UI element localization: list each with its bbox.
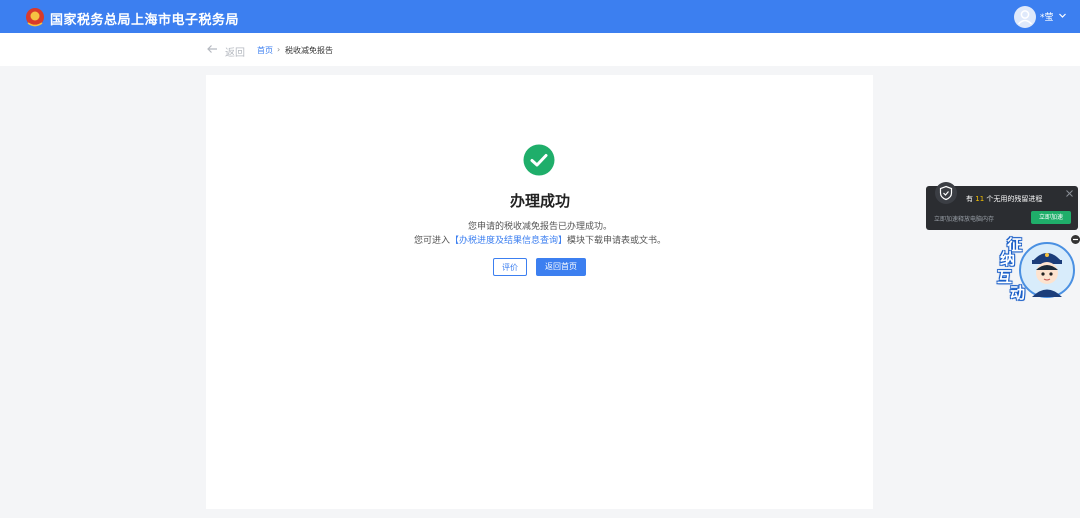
avatar[interactable]: [1014, 6, 1036, 28]
hint-prefix: 您可进入: [413, 236, 450, 246]
success-title: 办理成功: [509, 192, 570, 210]
popup-subtext: 立即加速释放电脑内存: [934, 216, 995, 223]
close-icon[interactable]: [1066, 190, 1073, 197]
result-message: 您申请的税收减免报告已办理成功。: [467, 222, 612, 232]
back-home-button[interactable]: 返回首页: [536, 258, 586, 276]
rate-button[interactable]: 评价: [493, 258, 527, 276]
hint-suffix: 模块下载申请表或文书。: [567, 236, 667, 246]
top-header: 国家税务总局上海市电子税务局 *莹: [0, 0, 1080, 33]
breadcrumb-current: 税收减免报告: [285, 46, 333, 55]
back-arrow-icon[interactable]: [206, 44, 218, 54]
mascot-widget[interactable]: 征 纳 互 动: [992, 232, 1076, 304]
back-link[interactable]: 返回: [225, 44, 245, 59]
site-title: 国家税务总局上海市电子税务局: [50, 13, 240, 28]
shield-badge: [935, 182, 957, 204]
breadcrumb-home-link[interactable]: 首页: [257, 45, 273, 56]
result-hint: 您可进入【办税进度及结果信息查询】模块下载申请表或文书。: [340, 233, 740, 246]
user-icon: [1017, 10, 1033, 25]
user-name[interactable]: *莹: [1040, 10, 1054, 23]
speed-up-button[interactable]: 立即加速: [1031, 211, 1071, 224]
mascot-char-4: 动: [1010, 284, 1026, 302]
check-circle-icon: [523, 144, 555, 176]
popup-suffix: 个无用的残留进程: [986, 195, 1043, 203]
process-count: 11: [975, 195, 985, 203]
minimize-icon[interactable]: [1071, 235, 1080, 244]
popup-prefix: 有: [966, 195, 973, 203]
breadcrumb: 返回 首页 › 税收减免报告: [0, 33, 1080, 66]
progress-query-link[interactable]: 【办税进度及结果信息查询】: [450, 236, 567, 246]
tax-emblem-icon: [26, 8, 44, 27]
result-card: [206, 75, 873, 509]
shield-icon: [939, 185, 953, 201]
breadcrumb-separator: ›: [277, 45, 281, 54]
popup-message: 有 11 个无用的残留进程: [966, 194, 1042, 204]
chevron-down-icon[interactable]: [1058, 11, 1067, 20]
